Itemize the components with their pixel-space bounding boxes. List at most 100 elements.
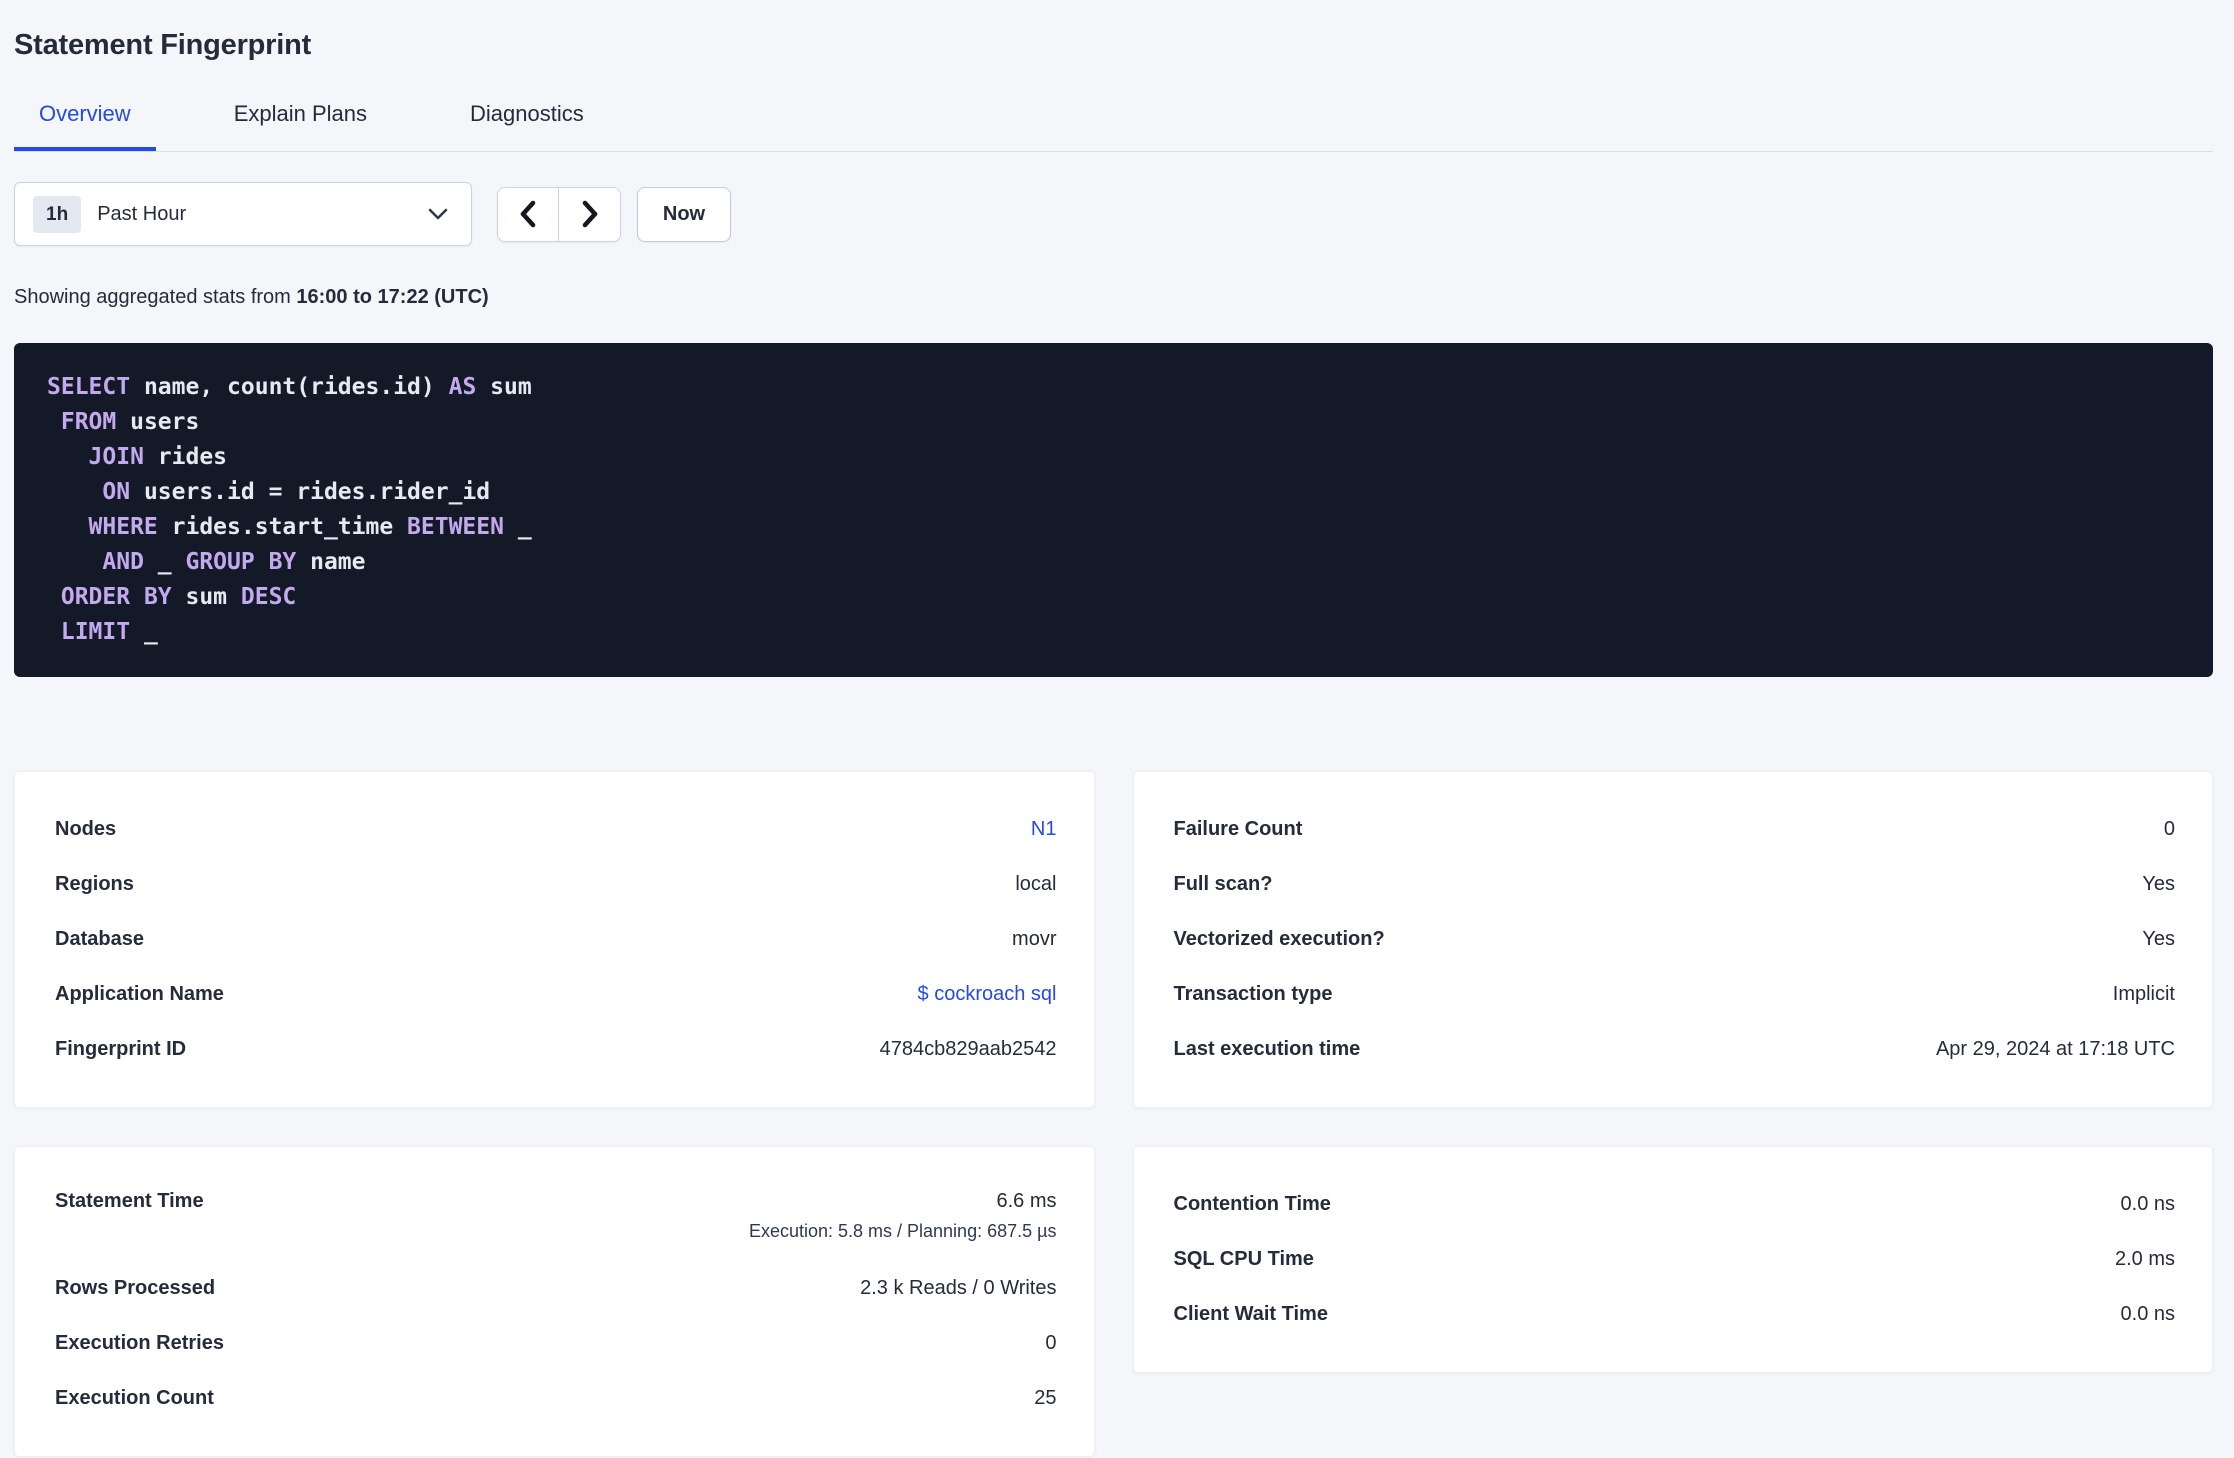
- stat-row: Full scan? Yes: [1174, 857, 2176, 912]
- stat-value: 0: [2163, 818, 2175, 840]
- stat-value-group: local: [1015, 873, 1056, 896]
- sql-statement-block: SELECT name, count(rides.id) AS sum FROM…: [14, 343, 2213, 677]
- tab-diagnostics[interactable]: Diagnostics: [445, 78, 609, 151]
- page-title: Statement Fingerprint: [14, 29, 312, 61]
- stat-value-group: 25: [1034, 1387, 1056, 1410]
- stats-summary-range: 16:00 to 17:22 (UTC): [296, 286, 489, 308]
- time-controls: 1h Past Hour Now: [14, 182, 2213, 246]
- stat-row: Execution Retries 0: [55, 1316, 1057, 1371]
- previous-time-interval-button[interactable]: [498, 187, 559, 241]
- time-range-dropdown[interactable]: 1h Past Hour: [14, 182, 472, 246]
- stat-value-group: 0.0 ns: [2121, 1193, 2175, 1216]
- now-button[interactable]: Now: [637, 186, 731, 242]
- stat-row: Application Name $ cockroach sql: [55, 967, 1057, 1022]
- stat-label: Fingerprint ID: [55, 1038, 187, 1060]
- stat-value-group: 0: [2164, 818, 2175, 841]
- stat-row: Contention Time 0.0 ns: [1174, 1177, 2176, 1232]
- stat-subvalue: Execution: 5.8 ms / Planning: 687.5 µs: [748, 1221, 1057, 1241]
- stat-label: Full scan?: [1173, 873, 1273, 895]
- stat-label: Contention Time: [1173, 1193, 1331, 1215]
- stat-value: 0.0 ns: [2120, 1303, 2175, 1325]
- stat-value-group: $ cockroach sql: [918, 983, 1057, 1006]
- stat-value-group: Implicit: [2113, 983, 2175, 1006]
- stat-value-group: Yes: [2142, 873, 2175, 896]
- stat-label: Statement Time: [55, 1190, 204, 1212]
- stat-label: Execution Retries: [55, 1332, 224, 1354]
- stat-label: Failure Count: [1173, 818, 1303, 840]
- stat-value-group: 0: [1045, 1332, 1056, 1355]
- tab-bar: Overview Explain Plans Diagnostics: [14, 78, 2213, 152]
- stat-row: Client Wait Time 0.0 ns: [1174, 1287, 2176, 1342]
- stat-label: Transaction type: [1173, 983, 1333, 1005]
- stat-value-group: movr: [1012, 928, 1056, 951]
- next-time-interval-button[interactable]: [559, 187, 620, 241]
- stat-row: Rows Processed 2.3 k Reads / 0 Writes: [55, 1261, 1057, 1316]
- stat-value: 25: [1034, 1387, 1057, 1409]
- stat-value: Implicit: [2112, 983, 2175, 1005]
- stat-row: Database movr: [55, 912, 1057, 967]
- stat-value-group: N1: [1031, 818, 1057, 841]
- sql-line: AND _ GROUP BY name: [102, 549, 366, 575]
- stat-value: Apr 29, 2024 at 17:18 UTC: [1935, 1038, 2175, 1060]
- stat-row: Vectorized execution? Yes: [1174, 912, 2176, 967]
- stat-row: Failure Count 0: [1174, 802, 2176, 857]
- stat-label: Client Wait Time: [1173, 1303, 1328, 1325]
- sql-line: SELECT name, count(rides.id) AS sum: [47, 374, 532, 400]
- tab-overview[interactable]: Overview: [14, 78, 156, 151]
- sql-line: JOIN rides: [88, 444, 228, 470]
- stat-label: Database: [55, 928, 144, 950]
- stat-row: Execution Count 25: [55, 1371, 1057, 1426]
- stat-label: Regions: [55, 873, 134, 895]
- statement-info-card: Nodes N1 Regions local Database movr Applicati…: [14, 771, 1095, 1108]
- chevron-right-icon: [580, 199, 600, 229]
- stat-value-group: 2.3 k Reads / 0 Writes: [860, 1277, 1056, 1300]
- statement-fingerprint-page: Statement Fingerprint Overview Explain Pl…: [0, 0, 2234, 1457]
- nodes-link[interactable]: N1: [1031, 818, 1057, 841]
- stat-value: 4784cb829aab2542: [879, 1038, 1057, 1060]
- stat-value-group: 2.0 ms: [2115, 1248, 2175, 1271]
- stat-label: Execution Count: [55, 1387, 214, 1409]
- stat-value: Yes: [2142, 873, 2175, 895]
- sql-line: FROM users: [60, 409, 200, 435]
- stat-label: Nodes: [55, 818, 117, 840]
- stat-value-group: Apr 29, 2024 at 17:18 UTC: [1936, 1038, 2175, 1061]
- stat-value: 0.0 ns: [2120, 1193, 2175, 1215]
- sql-line: LIMIT _: [60, 619, 158, 645]
- stat-label: SQL CPU Time: [1173, 1248, 1314, 1270]
- stat-row: Last execution time Apr 29, 2024 at 17:18…: [1174, 1022, 2176, 1077]
- stat-value: 2.3 k Reads / 0 Writes: [860, 1277, 1057, 1299]
- stats-summary-prefix: Showing aggregated stats from: [14, 286, 297, 308]
- stat-value-group: 4784cb829aab2542: [880, 1038, 1057, 1061]
- stat-label: Last execution time: [1173, 1038, 1361, 1060]
- time-range-label: Past Hour: [97, 202, 187, 225]
- stat-value-group: Yes: [2142, 928, 2175, 951]
- stat-row: Nodes N1: [55, 802, 1057, 857]
- aggregated-stats-summary: Showing aggregated stats from 16:00 to 1…: [14, 284, 2213, 311]
- stat-value: local: [1015, 873, 1057, 895]
- time-step-buttons: [497, 186, 621, 242]
- stat-row: Transaction type Implicit: [1174, 967, 2176, 1022]
- sql-line: ORDER BY sum DESC: [60, 584, 297, 610]
- time-range-badge: 1h: [33, 195, 82, 233]
- stats-cards: Nodes N1 Regions local Database movr Applicati…: [14, 771, 2213, 1457]
- stat-value: Yes: [2142, 928, 2175, 950]
- stat-label: Rows Processed: [55, 1277, 216, 1299]
- stat-row: Statement Time 6.6 ms Execution: 5.8 ms / …: [55, 1177, 1057, 1261]
- stat-value: 6.6 ms: [996, 1190, 1057, 1212]
- stat-value: 0: [1045, 1332, 1057, 1354]
- statement-timing-card: Statement Time 6.6 ms Execution: 5.8 ms / …: [14, 1146, 1095, 1457]
- stat-label: Vectorized execution?: [1173, 928, 1385, 950]
- tab-explain-plans[interactable]: Explain Plans: [209, 78, 392, 151]
- stat-value: 2.0 ms: [2114, 1248, 2175, 1270]
- sql-line: WHERE rides.start_time BETWEEN _: [88, 514, 532, 540]
- stat-value: movr: [1012, 928, 1057, 950]
- wait-time-card: Contention Time 0.0 ns SQL CPU Time 2.0 ms C…: [1132, 1146, 2213, 1373]
- stat-label: Application Name: [55, 983, 224, 1005]
- stat-value-group: 0.0 ns: [2121, 1303, 2175, 1326]
- execution-attributes-card: Failure Count 0 Full scan? Yes Vectorized ex…: [1132, 771, 2213, 1108]
- stat-row: Regions local: [55, 857, 1057, 912]
- application-name-link[interactable]: $ cockroach sql: [918, 983, 1057, 1006]
- stat-value-group: 6.6 ms Execution: 5.8 ms / Planning: 687.…: [749, 1190, 1057, 1242]
- stat-row: Fingerprint ID 4784cb829aab2542: [55, 1022, 1057, 1077]
- stat-row: SQL CPU Time 2.0 ms: [1174, 1232, 2176, 1287]
